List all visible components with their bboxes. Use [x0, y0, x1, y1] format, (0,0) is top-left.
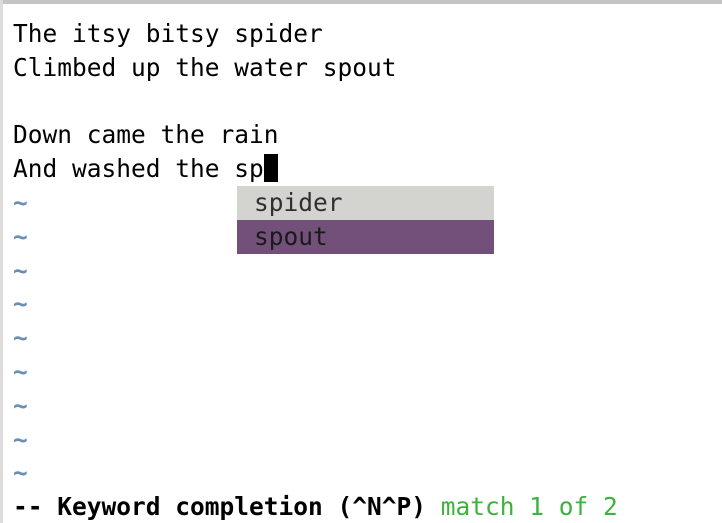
empty-line-marker: ~: [13, 323, 28, 353]
match-count-message: match 1 of 2: [440, 492, 618, 521]
buffer-line: The itsy bitsy spider: [13, 19, 323, 48]
window-left-border: [0, 0, 3, 523]
buffer-line-text: And washed the sp: [13, 154, 264, 184]
empty-line-marker: ~: [13, 255, 28, 285]
completion-mode-message: -- Keyword completion (^N^P): [13, 492, 427, 521]
window-top-border: [0, 0, 722, 4]
empty-line-marker: ~: [13, 289, 28, 319]
text-cursor: [263, 154, 278, 183]
buffer-line: [13, 85, 397, 119]
buffer-line: Climbed up the water spout: [13, 52, 397, 82]
completion-item-spider[interactable]: spider: [237, 186, 494, 220]
status-line: -- Keyword completion (^N^P) match 1 of …: [13, 491, 618, 523]
buffer-current-line: And washed the sp: [13, 152, 397, 186]
empty-line-marker: ~: [13, 356, 28, 386]
empty-line-marker: ~: [13, 390, 28, 420]
empty-line-marker: ~: [13, 458, 28, 488]
completion-item-spout-selected[interactable]: spout: [237, 220, 494, 254]
empty-line-marker: ~: [13, 424, 28, 454]
completion-popup-menu[interactable]: spider spout: [237, 186, 494, 254]
buffer-line: Down came the rain: [13, 120, 279, 150]
